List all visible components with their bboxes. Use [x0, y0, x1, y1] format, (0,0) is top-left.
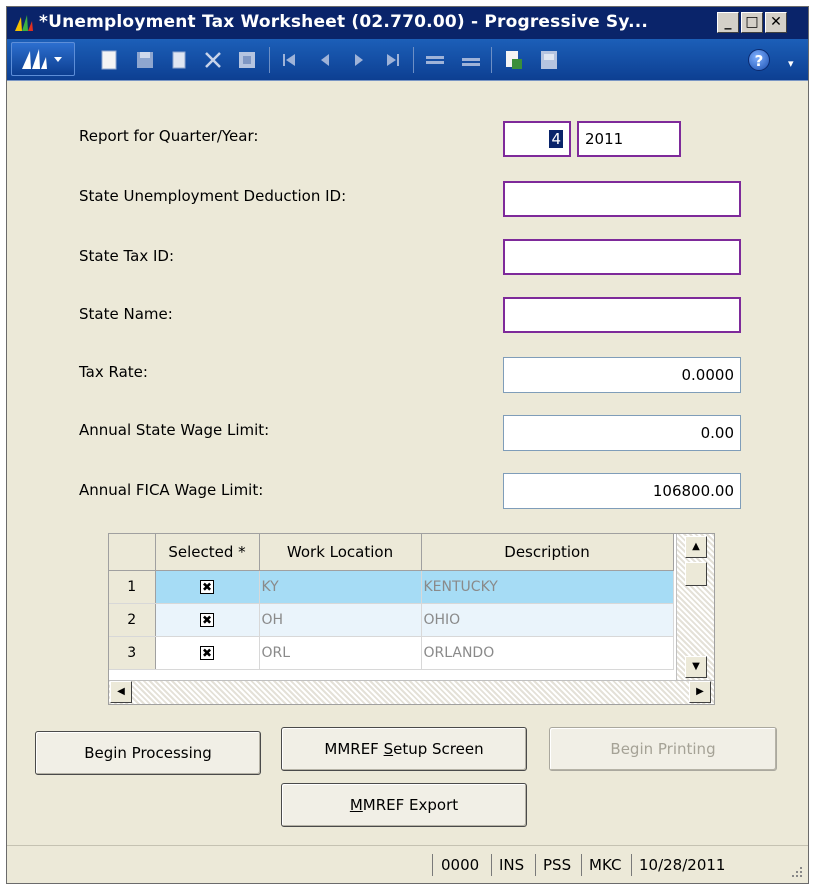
mmref-setup-screen-button[interactable]: MMREF Setup Screen: [281, 727, 527, 771]
description-cell[interactable]: KENTUCKY: [421, 570, 674, 604]
scroll-up-icon[interactable]: ▲: [685, 536, 707, 558]
work-location-cell[interactable]: ORL: [259, 636, 422, 670]
description-cell[interactable]: OHIO: [421, 603, 674, 637]
maximize-button[interactable]: □: [741, 12, 763, 33]
status-separator: [535, 854, 536, 876]
cancel-icon[interactable]: [235, 48, 259, 72]
state-deduction-id-label: State Unemployment Deduction ID:: [79, 187, 347, 205]
state-deduction-id-input[interactable]: [503, 181, 741, 217]
next-record-icon[interactable]: [347, 48, 371, 72]
first-record-icon[interactable]: [277, 48, 301, 72]
state-name-label: State Name:: [79, 305, 173, 323]
row-number-header: [109, 534, 156, 571]
close-button[interactable]: ✕: [765, 12, 787, 33]
scroll-down-icon[interactable]: ▼: [685, 656, 707, 678]
app-logo-icon: [15, 15, 33, 31]
work-location-cell[interactable]: KY: [259, 570, 422, 604]
annual-state-wage-limit-label: Annual State Wage Limit:: [79, 421, 270, 439]
previous-record-icon[interactable]: [313, 48, 337, 72]
toolbar: ? ▾: [7, 39, 808, 81]
row-number: 3: [109, 636, 156, 670]
grid-table: Selected * Work Location Description 1 ✖…: [109, 534, 674, 670]
state-name-input[interactable]: [503, 297, 741, 333]
description-cell[interactable]: ORLANDO: [421, 636, 674, 670]
status-date: 10/28/2011: [639, 856, 726, 874]
work-location-grid[interactable]: Selected * Work Location Description 1 ✖…: [108, 533, 715, 705]
status-separator: [581, 854, 582, 876]
status-separator: [432, 854, 433, 876]
annual-fica-wage-limit-input[interactable]: 106800.00: [503, 473, 741, 509]
copy-icon[interactable]: [167, 48, 191, 72]
toolbar-overflow-icon[interactable]: ▾: [788, 57, 800, 73]
mmref-setup-text-post: etup Screen: [393, 740, 484, 758]
status-database: PSS: [543, 856, 572, 874]
status-separator: [491, 854, 492, 876]
status-company-code: 0000: [441, 856, 480, 874]
print-icon[interactable]: [501, 48, 525, 72]
application-window: *Unemployment Tax Worksheet (02.770.00) …: [6, 6, 809, 884]
annual-state-wage-limit-input[interactable]: 0.00: [503, 415, 741, 451]
status-user: MKC: [589, 856, 622, 874]
status-insert-mode: INS: [499, 856, 525, 874]
delete-row-icon[interactable]: [459, 48, 483, 72]
tax-rate-input[interactable]: 0.0000: [503, 357, 741, 393]
table-row[interactable]: 1 ✖ KY KENTUCKY: [109, 570, 674, 604]
quarter-year-label: Report for Quarter/Year:: [79, 127, 259, 145]
title-bar[interactable]: *Unemployment Tax Worksheet (02.770.00) …: [7, 7, 808, 39]
work-location-cell[interactable]: OH: [259, 603, 422, 637]
status-separator: [631, 854, 632, 876]
selected-checkbox[interactable]: ✖: [200, 579, 214, 594]
tax-rate-label: Tax Rate:: [79, 363, 148, 381]
new-icon[interactable]: [97, 48, 121, 72]
export-icon[interactable]: [537, 48, 561, 72]
table-row[interactable]: 3 ✖ ORL ORLANDO: [109, 636, 674, 670]
column-header-work-location[interactable]: Work Location: [259, 534, 422, 571]
state-tax-id-label: State Tax ID:: [79, 247, 175, 265]
mmref-export-accel: M: [349, 796, 363, 814]
column-header-selected[interactable]: Selected *: [155, 534, 260, 571]
toolbar-separator: [269, 47, 270, 73]
scroll-left-icon[interactable]: ◀: [110, 681, 132, 703]
last-record-icon[interactable]: [381, 48, 405, 72]
begin-processing-button[interactable]: Begin Processing: [35, 731, 261, 775]
resize-grip-icon[interactable]: [790, 865, 804, 879]
selected-checkbox[interactable]: ✖: [200, 612, 214, 627]
help-icon[interactable]: ?: [748, 49, 770, 71]
begin-printing-button[interactable]: Begin Printing: [549, 727, 777, 771]
window-title: *Unemployment Tax Worksheet (02.770.00) …: [39, 12, 649, 32]
state-tax-id-input[interactable]: [503, 239, 741, 275]
mmref-setup-text-pre: MMREF: [324, 740, 384, 758]
mmref-export-button[interactable]: MMREF Export: [281, 783, 527, 827]
year-input[interactable]: 2011: [577, 121, 681, 157]
save-icon[interactable]: [133, 48, 157, 72]
insert-row-icon[interactable]: [423, 48, 447, 72]
toolbar-separator: [413, 47, 414, 73]
mmref-export-text-post: MREF Export: [362, 796, 459, 814]
vertical-scrollbar[interactable]: ▲ ▼: [676, 534, 714, 681]
mmref-setup-accel: S: [383, 740, 394, 758]
menu-icon: [22, 49, 62, 69]
scroll-thumb[interactable]: [685, 562, 707, 586]
quarter-value: 4: [549, 130, 563, 148]
delete-icon[interactable]: [201, 48, 225, 72]
row-number: 1: [109, 570, 156, 604]
selected-cell[interactable]: ✖: [155, 570, 260, 604]
selected-cell[interactable]: ✖: [155, 636, 260, 670]
column-header-description[interactable]: Description: [421, 534, 674, 571]
selected-cell[interactable]: ✖: [155, 603, 260, 637]
grid-header-row: Selected * Work Location Description: [109, 534, 674, 571]
toolbar-separator: [491, 47, 492, 73]
quarter-input[interactable]: 4: [503, 121, 571, 157]
table-row[interactable]: 2 ✖ OH OHIO: [109, 603, 674, 637]
row-number: 2: [109, 603, 156, 637]
minimize-button[interactable]: _: [717, 12, 739, 33]
scroll-right-icon[interactable]: ▶: [689, 681, 711, 703]
menu-button[interactable]: [11, 42, 75, 76]
status-bar: 0000 INS PSS MKC 10/28/2011: [7, 845, 808, 883]
horizontal-scrollbar[interactable]: ◀ ▶: [109, 680, 714, 704]
selected-checkbox[interactable]: ✖: [200, 645, 214, 660]
annual-fica-wage-limit-label: Annual FICA Wage Limit:: [79, 481, 264, 499]
